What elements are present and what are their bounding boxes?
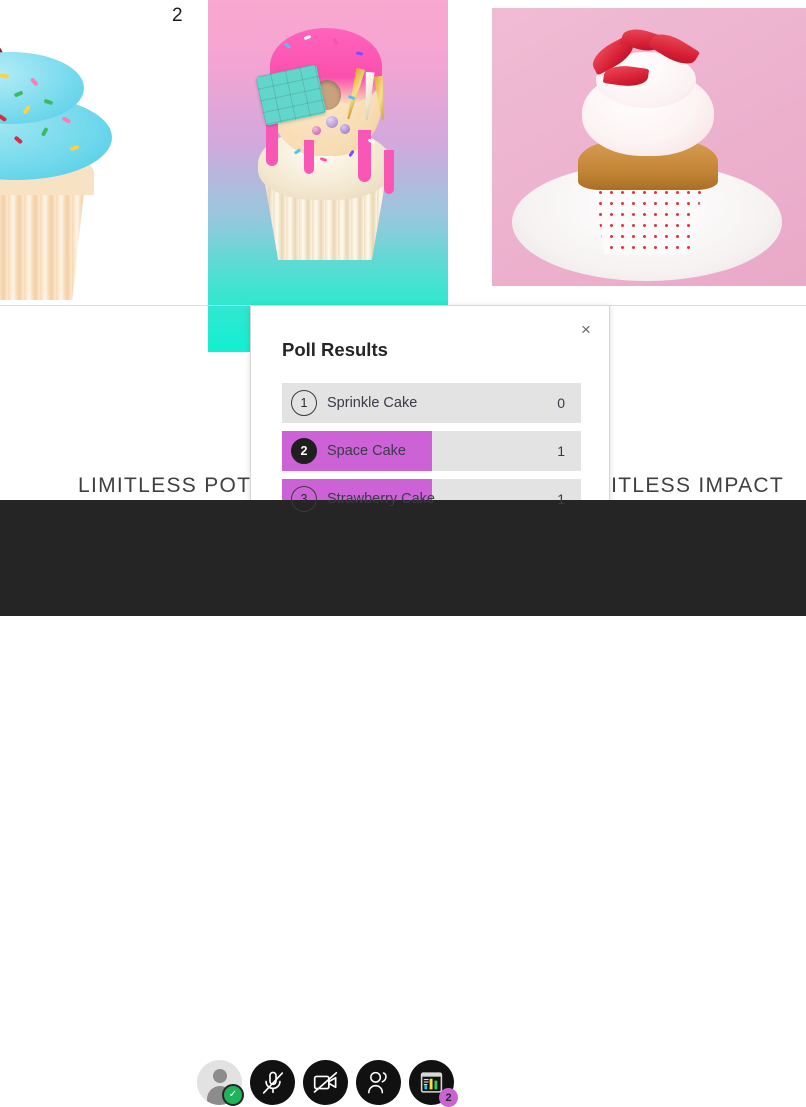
slide-number: 2: [172, 5, 183, 26]
sugar-pearl: [312, 126, 321, 135]
poll-option-number: 3: [291, 486, 317, 512]
poll-option-label: Space Cake: [327, 443, 406, 459]
poll-option-count: 1: [557, 443, 565, 459]
polls-button[interactable]: 2: [409, 1060, 458, 1107]
microphone-toggle[interactable]: [250, 1060, 295, 1105]
poll-option-label: Strawberry Cake: [327, 491, 435, 507]
close-icon[interactable]: ×: [573, 316, 599, 342]
cherry-stem: [0, 2, 3, 46]
participant-avatar[interactable]: ✓: [197, 1060, 244, 1106]
strawberry-cupcake-photo: [492, 8, 806, 286]
microphone-muted-icon: [262, 1071, 283, 1094]
raise-hand-icon: [368, 1071, 387, 1094]
poll-option-count: 1: [557, 491, 565, 507]
poll-option-row[interactable]: 1 Sprinkle Cake 0: [282, 383, 581, 423]
poll-option-label: Sprinkle Cake: [327, 395, 418, 411]
sugar-pearl: [326, 116, 338, 128]
poll-results-title: Poll Results: [282, 339, 388, 360]
poll-count-badge: 2: [439, 1088, 458, 1107]
glaze-drip: [384, 150, 394, 194]
poll-option-number: 1: [291, 390, 317, 416]
avatar-head: [212, 1069, 227, 1083]
poll-option-count: 0: [557, 395, 565, 411]
sugar-pearl: [340, 124, 350, 134]
meeting-toolbar: ✓ 2: [0, 500, 806, 1107]
video-camera-off-icon: [313, 1071, 338, 1093]
glaze-drip: [304, 140, 314, 174]
raise-hand-button[interactable]: [356, 1060, 401, 1105]
blue-sprinkle-cupcake-photo: [0, 0, 210, 300]
available-check-icon: ✓: [222, 1084, 244, 1106]
toolbar-button-group: ✓ 2: [197, 1060, 458, 1107]
poll-option-number: 2: [291, 438, 317, 464]
poll-option-row[interactable]: 2 Space Cake 1: [282, 431, 581, 471]
camera-toggle[interactable]: [303, 1060, 348, 1105]
decorated-space-cupcake-photo: [208, 0, 448, 352]
